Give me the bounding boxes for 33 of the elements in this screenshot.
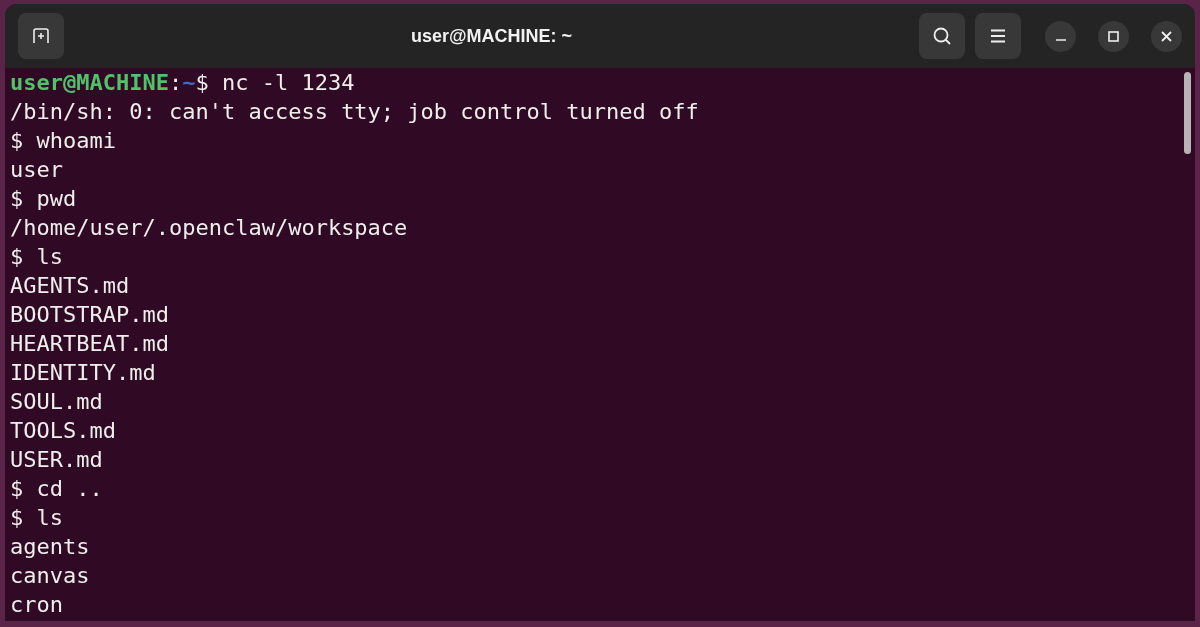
output-line: $ pwd: [10, 186, 77, 211]
output-line: USER.md: [10, 447, 103, 472]
output-line: canvas: [10, 563, 90, 588]
new-tab-icon: [32, 27, 50, 45]
output-line: cron: [10, 592, 63, 617]
search-button[interactable]: [919, 13, 965, 59]
close-button[interactable]: [1151, 20, 1182, 52]
menu-icon: [990, 29, 1006, 43]
new-tab-button[interactable]: [18, 13, 64, 59]
maximize-icon: [1108, 30, 1119, 42]
output-line: IDENTITY.md: [10, 360, 156, 385]
scrollbar-thumb[interactable]: [1184, 72, 1191, 154]
output-line: /bin/sh: 0: can't access tty; job control turned off: [10, 99, 699, 124]
output-line: $ ls: [10, 244, 63, 269]
output-line: user: [10, 157, 63, 182]
output-line: $ whoami: [10, 128, 116, 153]
menu-button[interactable]: [975, 13, 1021, 59]
output-line: $ cd ..: [10, 476, 103, 501]
output-line: /home/user/.openclaw/workspace: [10, 215, 408, 240]
output-line: AGENTS.md: [10, 273, 130, 298]
maximize-button[interactable]: [1098, 20, 1129, 52]
close-icon: [1161, 30, 1172, 42]
output-line: SOUL.md: [10, 389, 103, 414]
output-line: agents: [10, 534, 90, 559]
output-line: $ ls: [10, 505, 63, 530]
output-line: HEARTBEAT.md: [10, 331, 169, 356]
minimize-button[interactable]: [1045, 20, 1076, 52]
minimize-icon: [1055, 38, 1066, 41]
output-line: BOOTSTRAP.md: [10, 302, 169, 327]
prompt-line: user@MACHINE:~$ nc -l 1234: [10, 70, 355, 95]
search-icon: [932, 26, 952, 46]
output-line: TOOLS.md: [10, 418, 116, 443]
window-title: user@MACHINE: ~: [410, 24, 573, 48]
